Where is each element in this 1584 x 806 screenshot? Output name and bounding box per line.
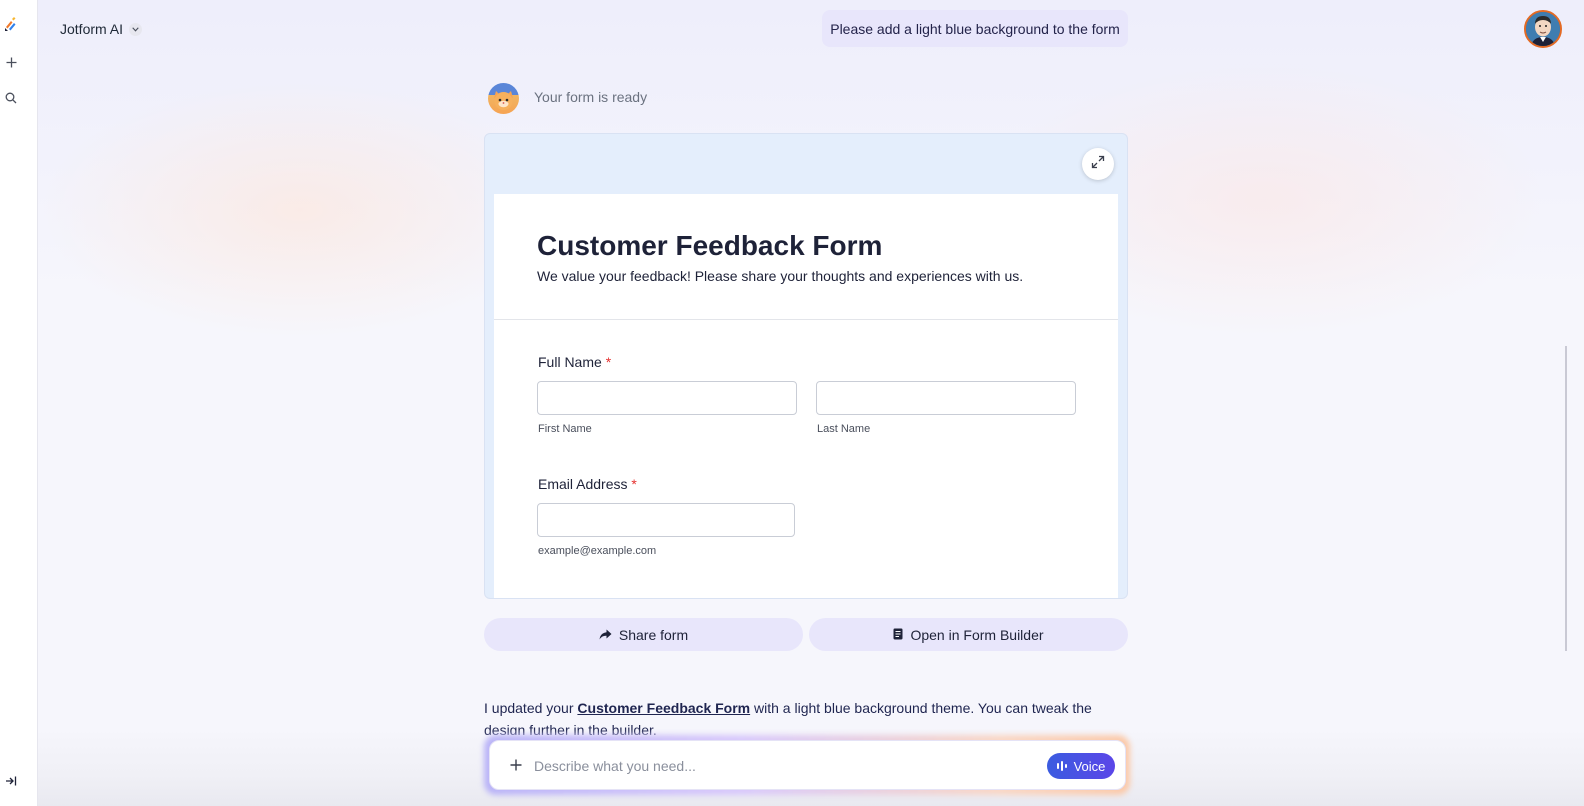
required-mark: * (605, 354, 612, 370)
user-message-bubble: Please add a light blue background to th… (822, 10, 1128, 47)
email-sublabel: example@example.com (538, 545, 657, 557)
new-chat-plus-icon[interactable] (0, 51, 22, 73)
reply-text-before: I updated your (484, 700, 578, 716)
email-label-text: Email Address (538, 476, 628, 492)
voice-waveform-icon (1056, 759, 1068, 774)
expand-icon (1091, 155, 1105, 174)
share-form-button[interactable]: Share form (484, 618, 803, 651)
expand-preview-button[interactable] (1082, 148, 1114, 180)
voice-button[interactable]: Voice (1047, 753, 1115, 779)
app-switcher[interactable]: Jotform AI (60, 18, 143, 40)
share-form-label: Share form (618, 626, 689, 643)
form-subtitle: We value your feedback! Please share you… (537, 268, 1024, 284)
form-title: Customer Feedback Form (537, 230, 883, 261)
form-divider (494, 319, 1118, 320)
scrollbar[interactable] (1565, 346, 1567, 651)
assistant-avatar-icon (488, 83, 519, 114)
chevron-down-icon (129, 22, 143, 36)
prompt-input[interactable] (534, 754, 1034, 778)
form-preview-card: Customer Feedback Form We value your fee… (484, 133, 1128, 599)
first-name-sublabel: First Name (538, 423, 592, 435)
email-input[interactable] (537, 503, 795, 537)
app-name: Jotform AI (60, 21, 124, 37)
last-name-input[interactable] (816, 381, 1076, 415)
jotform-logo-icon[interactable] (0, 14, 22, 36)
collapse-sidebar-icon[interactable] (0, 770, 22, 792)
email-label: Email Address * (538, 476, 637, 492)
share-arrow-icon (599, 627, 612, 643)
open-form-builder-label: Open in Form Builder (910, 626, 1044, 643)
background-glow-left (40, 80, 560, 340)
full-name-label-text: Full Name (538, 354, 602, 370)
avatar[interactable] (1524, 10, 1562, 48)
assistant-status-text: Your form is ready (534, 89, 648, 105)
form-sheet: Customer Feedback Form We value your fee… (494, 194, 1118, 598)
form-link[interactable]: Customer Feedback Form (577, 700, 750, 716)
open-form-builder-button[interactable]: Open in Form Builder (809, 618, 1128, 651)
message-composer: Voice (489, 740, 1126, 790)
search-icon[interactable] (0, 87, 22, 109)
last-name-sublabel: Last Name (817, 423, 871, 435)
left-rail (0, 0, 38, 806)
required-mark: * (631, 476, 637, 492)
full-name-label: Full Name * (538, 354, 611, 370)
form-builder-icon (893, 627, 903, 643)
attach-plus-icon[interactable] (506, 755, 526, 775)
voice-label: Voice (1073, 758, 1106, 774)
first-name-input[interactable] (537, 381, 797, 415)
